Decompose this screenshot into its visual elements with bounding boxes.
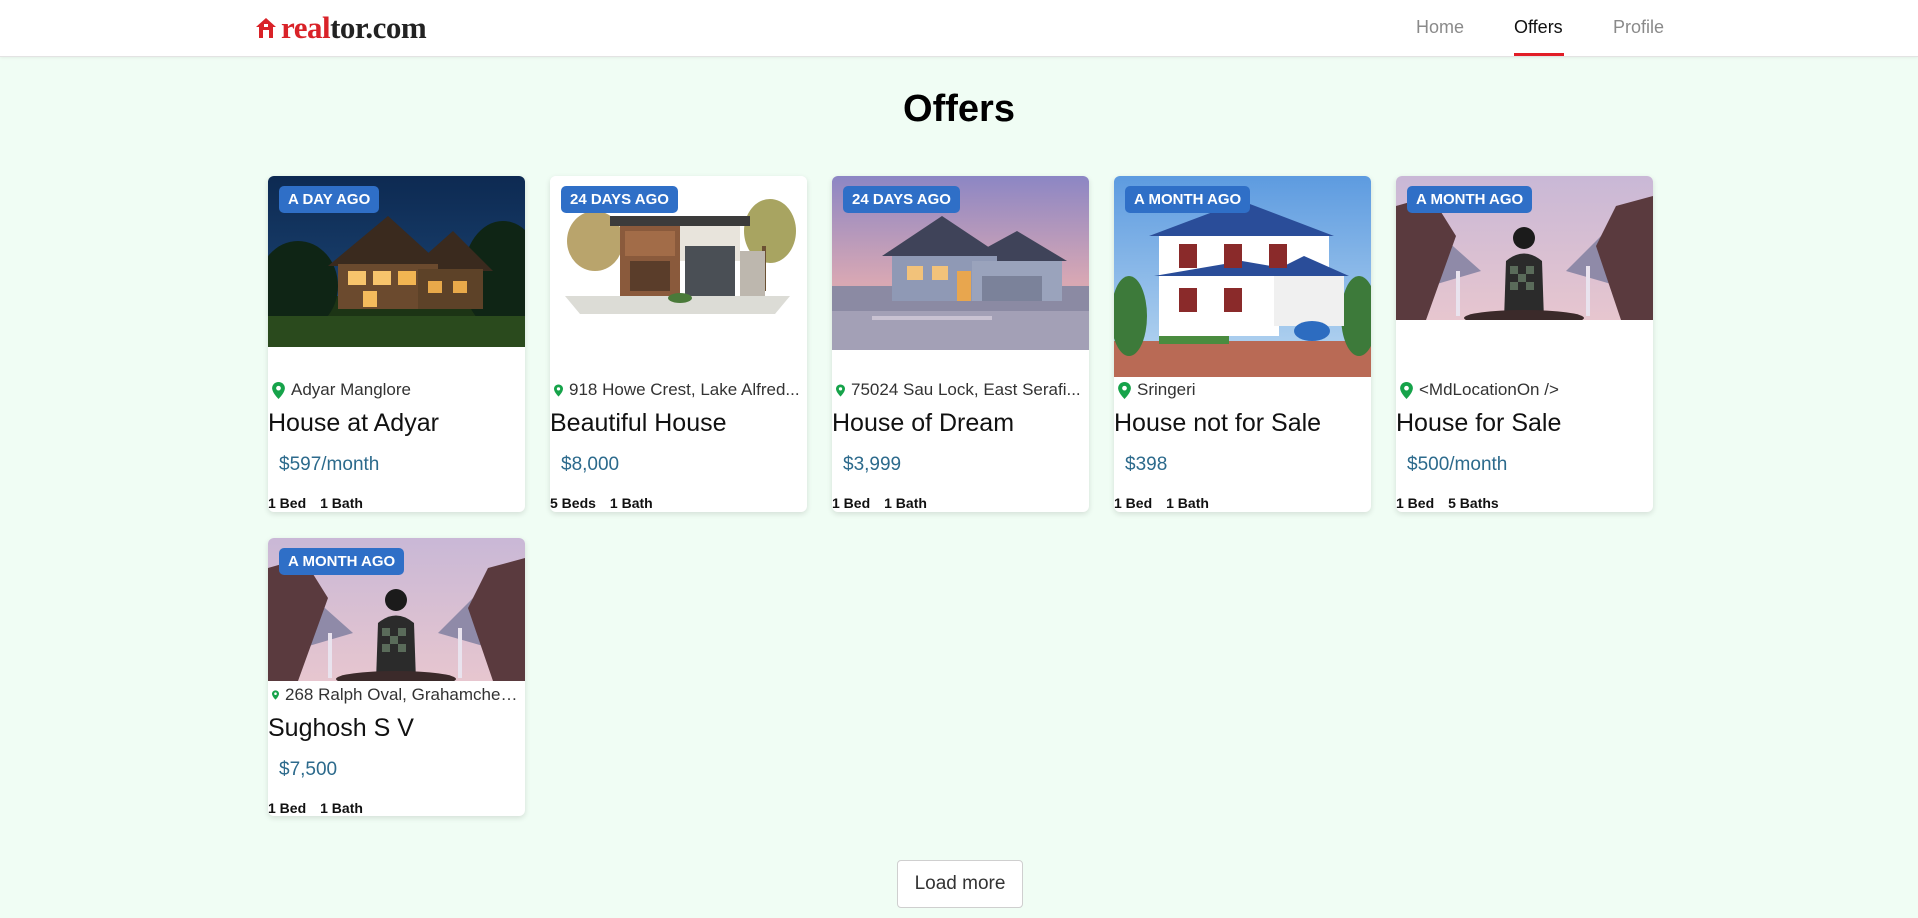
listing-card[interactable]: A DAY AGO Adyar Manglore House at Adyar …	[268, 176, 525, 512]
listing-title[interactable]: House not for Sale	[1114, 409, 1321, 438]
page-title: Offers	[903, 88, 1015, 130]
bath-count: 1 Bath	[609, 495, 653, 511]
listing-image[interactable]: 24 DAYS AGO	[832, 176, 1089, 350]
nav-offers[interactable]: Offers	[1514, 17, 1563, 38]
location-text: Sringeri	[1137, 380, 1196, 399]
listing-features: 1 Bed 1 Bath	[268, 800, 363, 816]
listing-age-badge: A DAY AGO	[279, 186, 380, 213]
listing-card[interactable]: A MONTH AGO <MdLocationOn /> House for S…	[1396, 176, 1653, 512]
listing-image[interactable]: A MONTH AGO	[268, 538, 525, 681]
listing-price: $8,000	[561, 454, 620, 475]
bed-count: 5 Beds	[550, 495, 596, 511]
location-text: 75024 Sau Lock, East Serafi...	[851, 380, 1081, 399]
location-pin-icon	[554, 384, 563, 396]
listing-title[interactable]: House at Adyar	[268, 409, 439, 438]
logo-text-real: real	[281, 10, 331, 45]
listing-location: 75024 Sau Lock, East Serafi...	[836, 380, 1085, 400]
listing-age-badge: 24 DAYS AGO	[843, 186, 960, 213]
bed-count: 1 Bed	[268, 495, 307, 511]
listing-title[interactable]: Sughosh S V	[268, 714, 414, 743]
listing-features: 1 Bed 5 Baths	[1396, 495, 1499, 511]
listing-title[interactable]: House for Sale	[1396, 409, 1561, 438]
listing-card[interactable]: A MONTH AGO 268 Ralph Oval, Grahamches..…	[268, 538, 525, 816]
listing-location: 918 Howe Crest, Lake Alfred...	[554, 380, 803, 400]
listing-age-badge: 24 DAYS AGO	[561, 186, 678, 213]
listing-card[interactable]: A MONTH AGO Sringeri House not for Sale …	[1114, 176, 1371, 512]
location-pin-icon	[1400, 381, 1413, 399]
load-more-button[interactable]: Load more	[897, 860, 1023, 908]
listing-location: Sringeri	[1118, 380, 1367, 400]
location-pin-icon	[272, 381, 285, 399]
bath-count: 1 Bath	[884, 495, 927, 511]
listing-features: 5 Beds 1 Bath	[550, 495, 653, 511]
listing-title[interactable]: House of Dream	[832, 409, 1014, 438]
listing-features: 1 Bed 1 Bath	[1114, 495, 1209, 511]
nav-profile[interactable]: Profile	[1613, 17, 1664, 38]
active-tab-indicator	[1514, 53, 1564, 56]
listing-image[interactable]: A MONTH AGO	[1396, 176, 1653, 320]
listing-location: <MdLocationOn />	[1400, 380, 1649, 400]
top-navbar: realtor.com Home Offers Profile	[0, 0, 1918, 57]
location-pin-icon	[272, 690, 279, 700]
bed-count: 1 Bed	[1396, 495, 1435, 511]
listing-location: 268 Ralph Oval, Grahamches...	[272, 685, 521, 705]
bed-count: 1 Bed	[832, 495, 871, 511]
bed-count: 1 Bed	[1114, 495, 1153, 511]
bath-count: 1 Bath	[320, 495, 363, 511]
listing-age-badge: A MONTH AGO	[1407, 186, 1533, 213]
listing-card[interactable]: 24 DAYS AGO 918 Howe Crest, Lake Alfred.…	[550, 176, 807, 512]
logo-text: realtor.com	[281, 10, 427, 45]
bath-count: 5 Baths	[1448, 495, 1499, 511]
location-text: 268 Ralph Oval, Grahamches...	[285, 685, 521, 704]
realtor-logo[interactable]: realtor.com	[255, 10, 427, 45]
listing-price: $3,999	[843, 454, 902, 475]
location-text: <MdLocationOn />	[1419, 380, 1559, 399]
listing-age-badge: A MONTH AGO	[1125, 186, 1251, 213]
listing-location: Adyar Manglore	[272, 380, 521, 400]
listing-card[interactable]: 24 DAYS AGO 75024 Sau Lock, East Serafi.…	[832, 176, 1089, 512]
location-text: 918 Howe Crest, Lake Alfred...	[569, 380, 800, 399]
listing-image[interactable]: A DAY AGO	[268, 176, 525, 347]
location-pin-icon	[1118, 381, 1131, 399]
logo-text-tor: tor.com	[330, 10, 427, 45]
listing-price: $500/month	[1407, 454, 1508, 475]
bed-count: 1 Bed	[268, 800, 307, 816]
listing-features: 1 Bed 1 Bath	[832, 495, 927, 511]
nav-home[interactable]: Home	[1416, 17, 1464, 38]
listing-age-badge: A MONTH AGO	[279, 548, 405, 575]
listing-price: $398	[1125, 454, 1168, 475]
listing-title[interactable]: Beautiful House	[550, 409, 727, 438]
listing-image[interactable]: 24 DAYS AGO	[550, 176, 807, 323]
bath-count: 1 Bath	[1166, 495, 1209, 511]
bath-count: 1 Bath	[320, 800, 363, 816]
listing-image[interactable]: A MONTH AGO	[1114, 176, 1371, 377]
listing-price: $597/month	[279, 454, 380, 475]
listing-features: 1 Bed 1 Bath	[268, 495, 363, 511]
house-logo-icon	[256, 18, 276, 38]
location-text: Adyar Manglore	[291, 380, 412, 399]
listing-price: $7,500	[279, 759, 338, 780]
location-pin-icon	[836, 384, 845, 396]
